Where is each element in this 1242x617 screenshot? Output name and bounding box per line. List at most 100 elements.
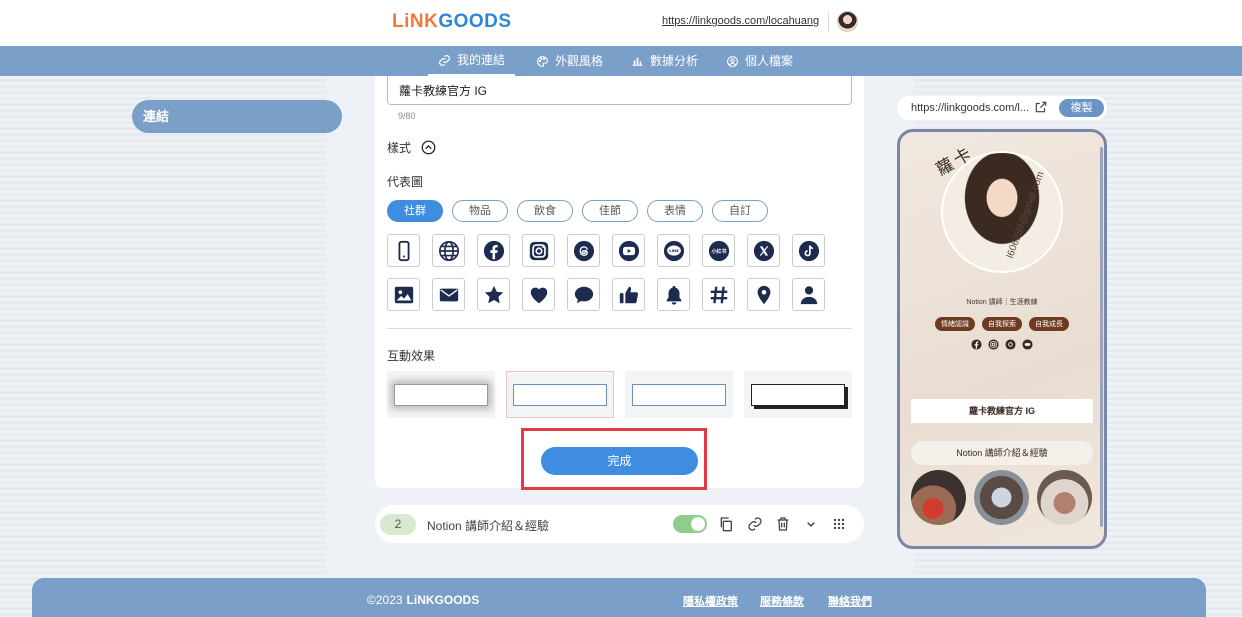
chat-bubble-icon	[1022, 339, 1033, 350]
facebook-icon	[483, 240, 504, 261]
icon-option-youtube[interactable]	[612, 234, 645, 267]
threads-icon	[1005, 339, 1016, 350]
preview-link-button-notion[interactable]: Notion 講師介紹＆經驗	[911, 441, 1093, 465]
facebook-icon	[971, 339, 982, 350]
effect-option-shadow[interactable]	[744, 371, 852, 418]
icon-option-image[interactable]	[387, 278, 420, 311]
effect-section-label: 互動效果	[387, 349, 436, 363]
site-logo[interactable]: LiNKGOODS	[392, 11, 512, 33]
link-row-title[interactable]: Notion 講師介紹＆經驗	[427, 517, 549, 534]
hashtag-icon	[710, 286, 727, 303]
icon-category-tabs: 社群 物品 飲食 佳節 表情 自訂	[387, 200, 768, 222]
threads-icon	[573, 240, 594, 261]
effect-option-glow[interactable]	[387, 371, 495, 418]
external-link-icon[interactable]	[1034, 100, 1048, 114]
link-row[interactable]: 2 Notion 講師介紹＆經驗	[375, 505, 864, 543]
phone-preview: 蘿卡 l606289@gmail.com Notion 講師｜生涯教練 情緒認識…	[897, 129, 1107, 549]
chevron-up-circle-icon	[421, 140, 436, 155]
done-button[interactable]: 完成	[541, 447, 698, 475]
globe-icon	[438, 240, 459, 261]
category-custom[interactable]: 自訂	[712, 200, 768, 222]
category-social[interactable]: 社群	[387, 200, 443, 222]
preview-scrollbar[interactable]	[1100, 147, 1103, 527]
tab-appearance[interactable]: 外觀風格	[536, 46, 603, 76]
footer: ©2023 LiNKGOODS 隱私權政策 服務條款 聯絡我們	[32, 578, 1206, 617]
xiaohongshu-icon: 小红书	[708, 240, 729, 261]
bell-icon	[666, 285, 681, 305]
icon-option-x[interactable]	[747, 234, 780, 267]
person-icon	[800, 285, 817, 304]
tab-my-links[interactable]: 我的連結	[428, 46, 516, 76]
footer-copyright: ©2023 LiNKGOODS	[367, 593, 480, 607]
icon-option-instagram[interactable]	[522, 234, 555, 267]
mail-icon	[439, 288, 458, 301]
profile-url-link[interactable]: https://linkgoods.com/locahuang	[662, 15, 819, 27]
link-visibility-toggle[interactable]	[673, 515, 707, 533]
category-items[interactable]: 物品	[452, 200, 508, 222]
preview-gallery	[911, 470, 1092, 525]
icon-option-line[interactable]: LINE	[657, 234, 690, 267]
gallery-image[interactable]	[911, 470, 966, 525]
profile-social-icons	[900, 339, 1104, 350]
icon-picker-grid: LINE 小红书	[387, 234, 825, 311]
style-toggle[interactable]: 樣式	[387, 139, 436, 156]
duplicate-icon[interactable]	[718, 516, 734, 532]
preview-link-button-ig[interactable]: 蘿卡教練官方 IG	[911, 399, 1093, 423]
link-icon[interactable]	[747, 516, 763, 532]
profile-tag: 自我探索	[982, 317, 1022, 331]
category-food[interactable]: 飲食	[517, 200, 573, 222]
gallery-image[interactable]	[1037, 470, 1092, 525]
profile-tags: 情緒認識 自我探索 自我成長	[900, 317, 1104, 331]
instagram-icon	[529, 241, 548, 260]
svg-text:小红书: 小红书	[710, 247, 726, 254]
icon-option-phone[interactable]	[387, 234, 420, 267]
icon-option-xiaohongshu[interactable]: 小红书	[702, 234, 735, 267]
icon-option-facebook[interactable]	[477, 234, 510, 267]
icon-option-thumbs-up[interactable]	[612, 278, 645, 311]
icon-option-star[interactable]	[477, 278, 510, 311]
icon-option-chat[interactable]	[567, 278, 600, 311]
footer-link-contact[interactable]: 聯絡我們	[828, 593, 872, 609]
link-title-input[interactable]	[387, 76, 852, 105]
main-nav: 我的連結 外觀風格 數據分析 個人檔案	[0, 46, 1242, 76]
tab-profile[interactable]: 個人檔案	[726, 46, 793, 76]
heart-icon	[530, 287, 547, 303]
footer-link-terms[interactable]: 服務條款	[760, 593, 804, 609]
gallery-image[interactable]	[974, 470, 1029, 525]
icon-section-label: 代表圖	[387, 175, 424, 189]
icon-option-hashtag[interactable]	[702, 278, 735, 311]
copy-url-button[interactable]: 複製	[1059, 99, 1104, 117]
icon-option-heart[interactable]	[522, 278, 555, 311]
footer-logo: LiNKGOODS	[406, 593, 480, 607]
effect-option-outline[interactable]	[625, 371, 733, 418]
icon-option-bell[interactable]	[657, 278, 690, 311]
icon-option-mail[interactable]	[432, 278, 465, 311]
link-icon	[439, 54, 450, 66]
effect-option-plain[interactable]	[506, 371, 614, 418]
link-edit-card: 9/80 樣式 代表圖 社群 物品 飲食 佳節 表情 自訂	[375, 76, 864, 490]
category-emoji[interactable]: 表情	[647, 200, 703, 222]
youtube-icon	[618, 240, 639, 261]
star-icon	[484, 285, 503, 303]
phone-icon	[398, 240, 409, 261]
left-panel-bg	[0, 76, 326, 617]
icon-option-globe[interactable]	[432, 234, 465, 267]
header-divider	[828, 12, 829, 32]
icon-option-tiktok[interactable]	[792, 234, 825, 267]
footer-link-privacy[interactable]: 隱私權政策	[683, 593, 738, 609]
tiktok-icon	[798, 240, 819, 261]
sidebar-item-links[interactable]: 連結	[132, 100, 342, 133]
effect-options	[387, 371, 852, 418]
drag-handle-icon[interactable]	[831, 516, 847, 532]
category-holiday[interactable]: 佳節	[582, 200, 638, 222]
thumbs-up-icon	[619, 286, 638, 303]
tab-analytics[interactable]: 數據分析	[631, 46, 698, 76]
icon-option-location[interactable]	[747, 278, 780, 311]
palette-icon	[537, 55, 548, 67]
avatar[interactable]	[837, 11, 858, 32]
instagram-icon	[988, 339, 999, 350]
chevron-down-icon[interactable]	[803, 516, 819, 532]
icon-option-threads[interactable]	[567, 234, 600, 267]
trash-icon[interactable]	[775, 516, 791, 532]
icon-option-person[interactable]	[792, 278, 825, 311]
